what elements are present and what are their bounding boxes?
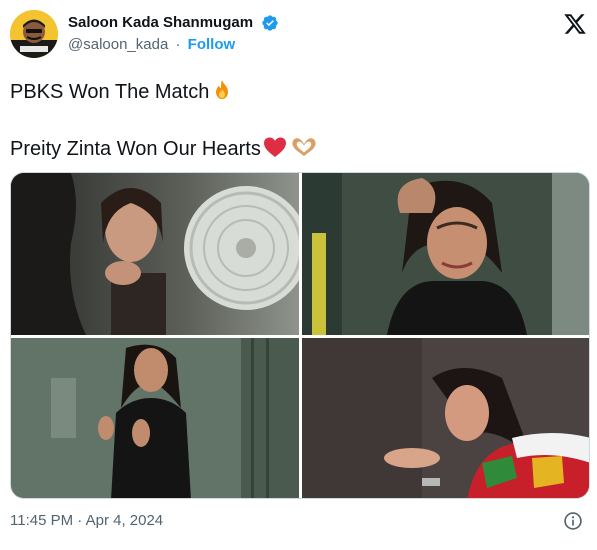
- tweet-header: Saloon Kada Shanmugam @saloon_kada · Fol…: [10, 10, 587, 62]
- follow-button[interactable]: Follow: [188, 36, 236, 53]
- info-icon[interactable]: [563, 511, 583, 531]
- tweet-line-2: Preity Zinta Won Our Hearts: [10, 135, 587, 166]
- verified-badge-icon: [261, 14, 279, 32]
- red-heart-emoji: [262, 135, 288, 166]
- media-photo-3[interactable]: [11, 338, 299, 498]
- heart-hands-emoji: [289, 135, 319, 166]
- separator-dot: ·: [175, 36, 181, 53]
- author-block: Saloon Kada Shanmugam @saloon_kada · Fol…: [68, 13, 279, 55]
- author-display-name[interactable]: Saloon Kada Shanmugam: [68, 13, 253, 33]
- tweet-line-1-text: PBKS Won The Match: [10, 81, 210, 103]
- tweet-line-2-text: Preity Zinta Won Our Hearts: [10, 138, 261, 160]
- x-logo-icon[interactable]: [563, 12, 587, 36]
- tweet-line-1: PBKS Won The Match: [10, 78, 587, 109]
- author-handle[interactable]: @saloon_kada: [68, 36, 168, 53]
- avatar[interactable]: [10, 10, 58, 58]
- tweet-footer: 11:45 PM · Apr 4, 2024: [10, 510, 587, 534]
- fire-emoji: [210, 78, 234, 109]
- tweet-text: PBKS Won The Match Preity Zinta Won Our …: [10, 78, 587, 166]
- tweet-timestamp[interactable]: 11:45 PM · Apr 4, 2024: [10, 512, 163, 529]
- tweet-card: Saloon Kada Shanmugam @saloon_kada · Fol…: [0, 0, 597, 550]
- media-photo-4[interactable]: [302, 338, 589, 498]
- media-photo-1[interactable]: [11, 173, 299, 335]
- handle-row: @saloon_kada · Follow: [68, 35, 279, 55]
- media-photo-2[interactable]: [302, 173, 589, 335]
- media-grid: [10, 172, 590, 499]
